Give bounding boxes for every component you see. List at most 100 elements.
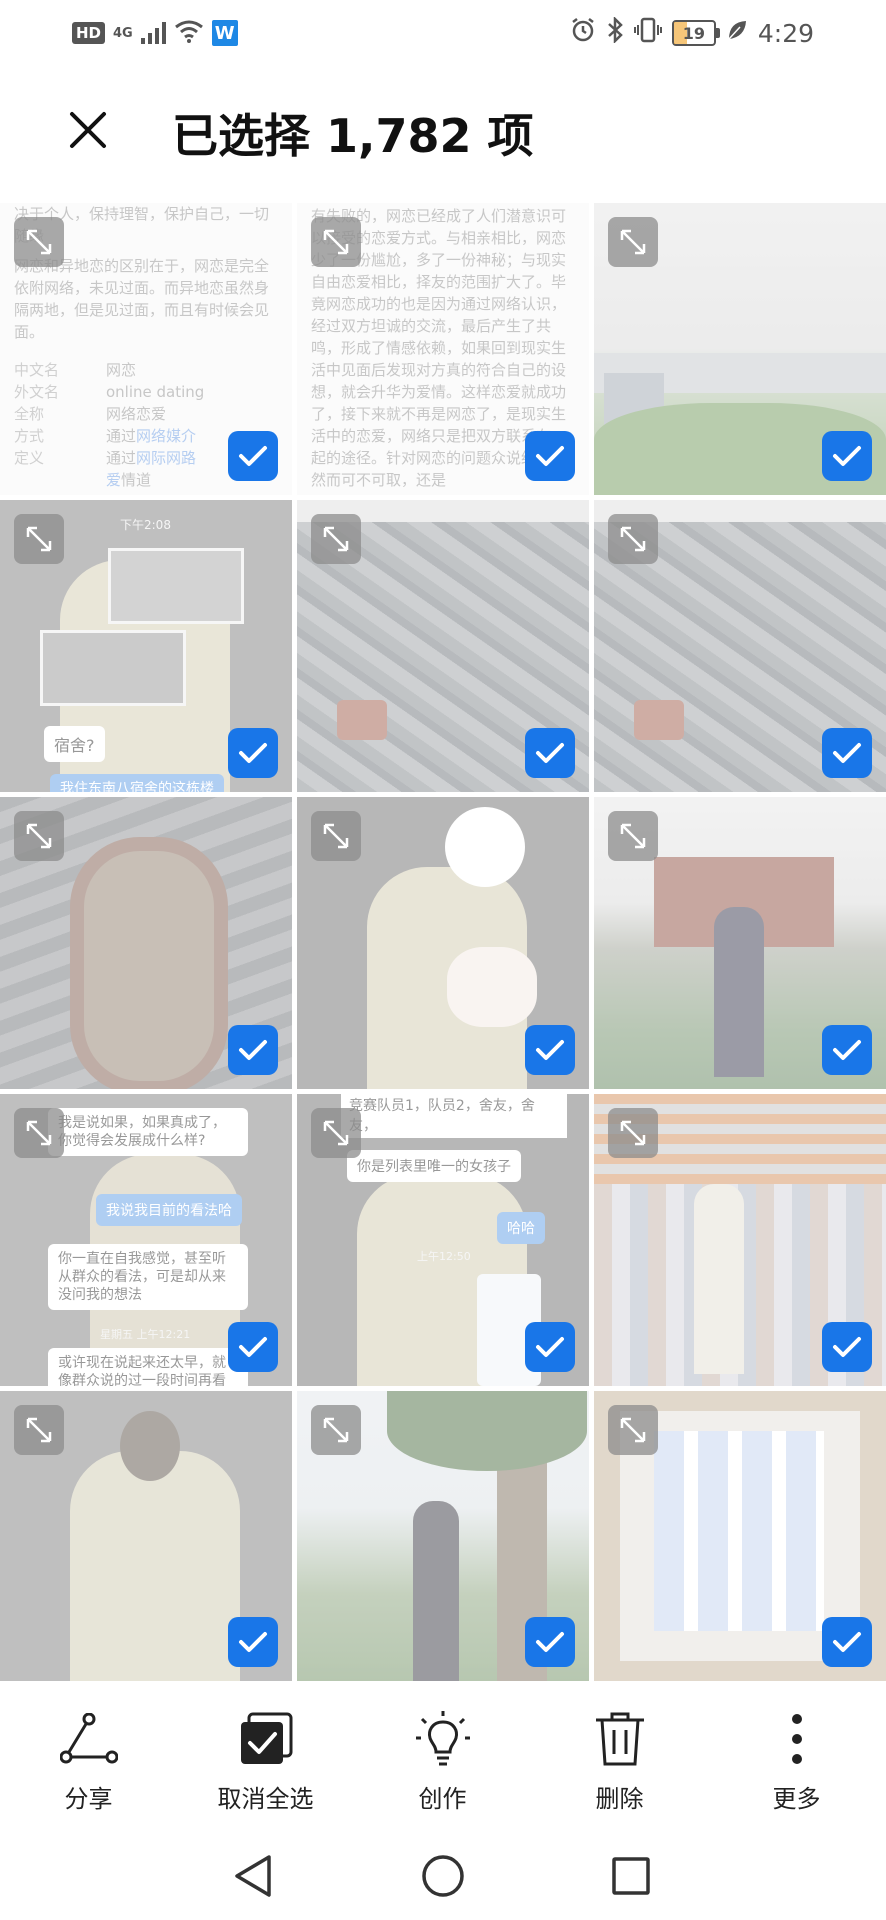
doc-value: 通过 (106, 449, 137, 467)
photo-tile[interactable] (0, 1391, 292, 1681)
person (714, 907, 764, 1077)
deselect-all-button[interactable]: 取消全选 (177, 1681, 354, 1831)
expand-button[interactable] (608, 1405, 658, 1455)
expand-button[interactable] (608, 811, 658, 861)
checkmark-icon (239, 743, 267, 763)
expand-icon (323, 1417, 349, 1443)
expand-icon (620, 526, 646, 552)
selection-header: 已选择 1,782 项 (0, 66, 886, 202)
expand-button[interactable] (311, 217, 361, 267)
checkmark-icon (833, 1337, 861, 1357)
selected-checkbox[interactable] (822, 728, 872, 778)
expand-button[interactable] (608, 1108, 658, 1158)
selected-checkbox[interactable] (228, 1617, 278, 1667)
selected-checkbox[interactable] (228, 1025, 278, 1075)
expand-button[interactable] (608, 514, 658, 564)
doc-link: 网际网路 (136, 449, 197, 467)
expand-button[interactable] (14, 1108, 64, 1158)
delete-button[interactable]: 删除 (531, 1681, 708, 1831)
doc-key: 全称 (14, 405, 45, 423)
photo-tile[interactable]: 有失败的，网恋已经成了人们潜意识可以接受的恋爱方式。与相亲相比，网恋少了一份尴尬… (297, 203, 589, 495)
photo-tile[interactable] (594, 797, 886, 1089)
chat-timestamp: 下午2:08 (120, 518, 171, 532)
more-label: 更多 (772, 1785, 821, 1813)
checkmark-icon (833, 446, 861, 466)
expand-icon (620, 823, 646, 849)
recents-button[interactable] (601, 1831, 661, 1920)
selected-checkbox[interactable] (525, 1025, 575, 1075)
expand-button[interactable] (311, 1405, 361, 1455)
expand-button[interactable] (311, 514, 361, 564)
page-title: 已选择 1,782 项 (172, 109, 534, 163)
selected-checkbox[interactable] (822, 431, 872, 481)
photo-tile[interactable] (0, 797, 292, 1089)
photo-tile[interactable]: 我是说如果，如果真成了，你觉得会发展成什么样? 我说我目前的看法哈 你一直在自我… (0, 1094, 292, 1386)
head (120, 1411, 180, 1481)
doc-value: 情道 (121, 471, 152, 489)
expand-button[interactable] (311, 811, 361, 861)
selected-checkbox[interactable] (525, 1322, 575, 1372)
expand-icon (620, 1120, 646, 1146)
chat-bubble: 或许现在说起来还太早，就像群众说的过一段时间再看 (48, 1348, 248, 1386)
selected-checkbox[interactable] (525, 431, 575, 481)
recents-square-icon (612, 1856, 650, 1895)
photo-tile[interactable] (594, 203, 886, 495)
deselect-all-label: 取消全选 (217, 1785, 314, 1813)
sports-field (634, 700, 684, 740)
photo-tile[interactable] (594, 1391, 886, 1681)
photo-tile[interactable] (297, 1391, 589, 1681)
home-button[interactable] (413, 1831, 473, 1920)
share-button[interactable]: 分享 (0, 1681, 177, 1831)
photo-tile[interactable] (594, 1094, 886, 1386)
photo-tile[interactable] (594, 500, 886, 792)
doc-key: 定义 (14, 449, 45, 467)
doc-key: 外文名 (14, 383, 60, 401)
map-sticker (40, 630, 186, 706)
vibrate-icon (633, 17, 662, 50)
expand-button[interactable] (14, 811, 64, 861)
expand-icon (620, 1417, 646, 1443)
expand-button[interactable] (14, 514, 64, 564)
selected-checkbox[interactable] (228, 728, 278, 778)
photo-tile[interactable] (297, 797, 589, 1089)
expand-button[interactable] (311, 1108, 361, 1158)
photo-tile[interactable] (297, 500, 589, 792)
back-button[interactable] (223, 1831, 283, 1920)
expand-button[interactable] (14, 217, 64, 267)
checkmark-icon (833, 743, 861, 763)
photo-tile[interactable]: 决于个人，保持理智，保护自己，一切随缘 网恋和异地恋的区别在于，网恋是完全依附网… (0, 203, 292, 495)
photo-tile[interactable]: 竞赛队员1，队员2，舍友，舍友， 你是列表里唯一的女孩子 哈哈 上午12:50 (297, 1094, 589, 1386)
selected-checkbox[interactable] (228, 431, 278, 481)
selected-checkbox[interactable] (525, 1617, 575, 1667)
create-button[interactable]: 创作 (354, 1681, 531, 1831)
deselect-all-icon (236, 1709, 296, 1769)
create-label: 创作 (418, 1785, 467, 1813)
more-button[interactable]: 更多 (708, 1681, 885, 1831)
selected-checkbox[interactable] (822, 1322, 872, 1372)
expand-icon (323, 823, 349, 849)
clock: 4:29 (757, 18, 814, 48)
expand-icon (26, 823, 52, 849)
expand-button[interactable] (14, 1405, 64, 1455)
close-button[interactable] (62, 104, 114, 156)
selected-checkbox[interactable] (228, 1322, 278, 1372)
system-nav-bar (0, 1831, 886, 1920)
photo-grid: 决于个人，保持理智，保护自己，一切随缘 网恋和异地恋的区别在于，网恋是完全依附网… (0, 203, 886, 1681)
checkmark-icon (536, 743, 564, 763)
photo-tile[interactable]: 下午2:08 宿舍? 我住东南八宿舍的这栋楼 (0, 500, 292, 792)
selected-checkbox[interactable] (822, 1025, 872, 1075)
checkmark-icon (239, 1337, 267, 1357)
palm-leaves (387, 1391, 587, 1471)
map-sticker (108, 548, 244, 624)
sports-field (337, 700, 387, 740)
wifi-icon (174, 19, 204, 47)
selected-checkbox[interactable] (822, 1617, 872, 1667)
person (413, 1501, 459, 1681)
signal-icon (140, 22, 166, 44)
hd-indicator: HD (72, 22, 106, 44)
checkmark-icon (239, 446, 267, 466)
more-vertical-icon (767, 1709, 827, 1769)
selected-checkbox[interactable] (525, 728, 575, 778)
bluetooth-icon (606, 15, 624, 50)
expand-button[interactable] (608, 217, 658, 267)
